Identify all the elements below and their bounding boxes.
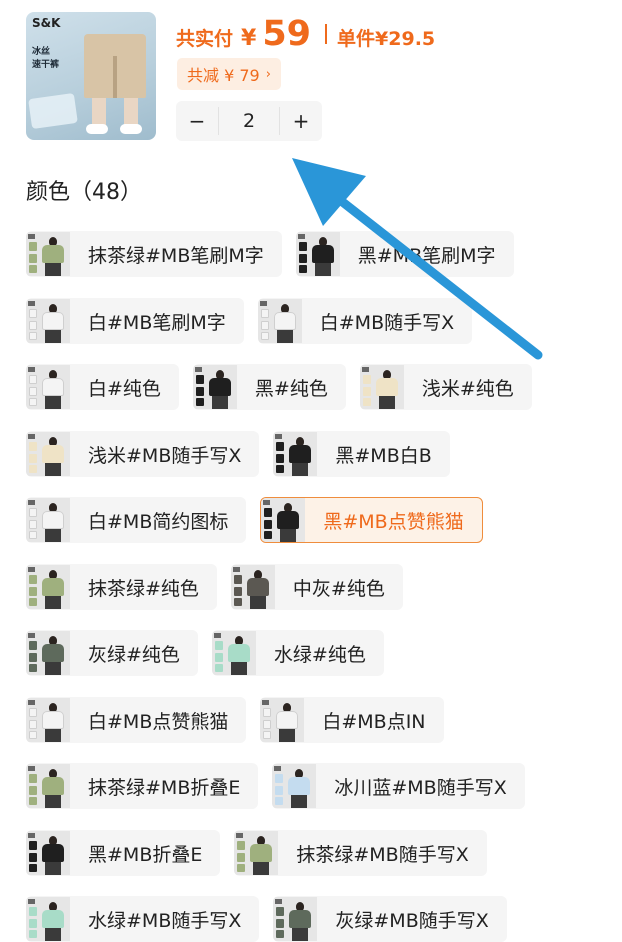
mini-shirt: [29, 930, 37, 938]
model-pants: [45, 928, 61, 941]
annotation-arrow: [292, 158, 543, 360]
arrow-shaft: [335, 195, 543, 360]
model-pants: [292, 928, 309, 941]
mini-shirt: [276, 930, 285, 938]
